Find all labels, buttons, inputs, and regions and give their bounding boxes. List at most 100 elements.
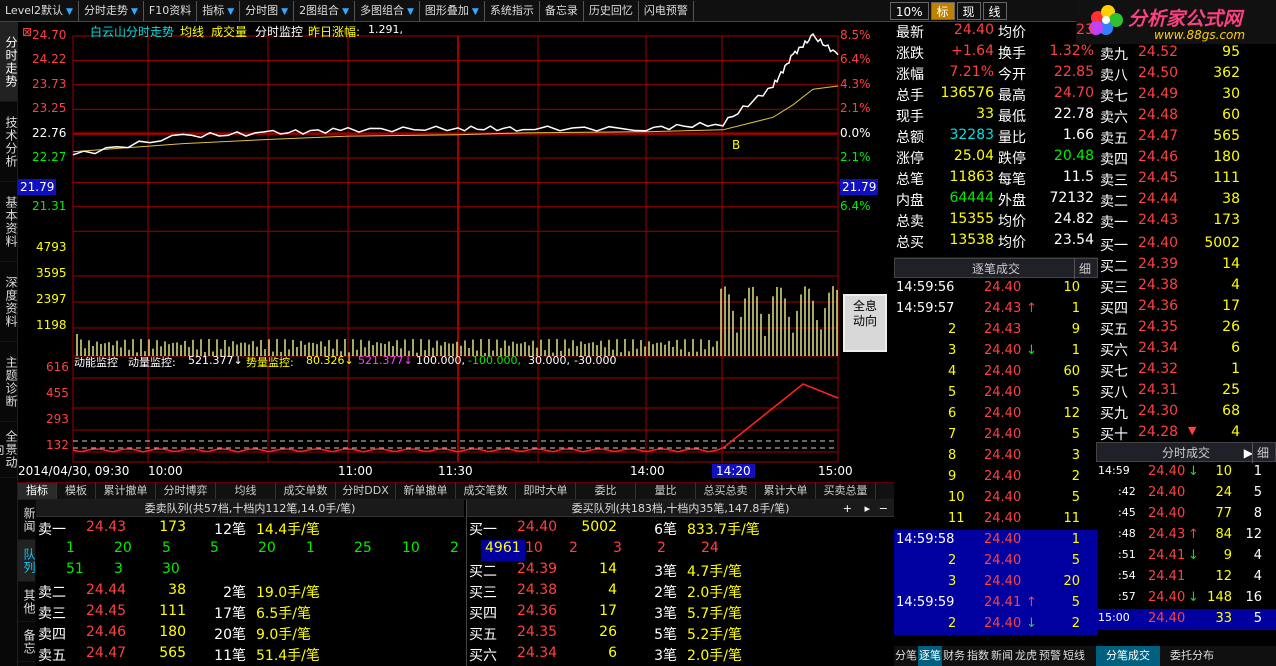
tick-row[interactable]: 5 24.40 5 [894, 383, 1098, 404]
indicator-tab[interactable]: 分时博弈 [156, 483, 216, 499]
indicator-tab[interactable]: 累计撤单 [96, 483, 156, 499]
indicator-tab[interactable]: 累计大单 [756, 483, 816, 499]
tick-row[interactable]: 6 24.40 12 [894, 404, 1098, 425]
tab-depth[interactable]: 深度资料 [0, 262, 18, 342]
tick-row[interactable]: 14:59:57 24.43 ↑ 1 [894, 299, 1098, 320]
footer-tab[interactable]: 预警 [1038, 646, 1062, 666]
indicator-tab[interactable]: 均线 [216, 483, 276, 499]
toolbar-timeshare[interactable]: 分时走势 ▼ [79, 0, 144, 21]
indicator-tab[interactable]: 成交笔数 [456, 483, 516, 499]
footer-tab[interactable]: 短线 [1062, 646, 1086, 666]
indicator-tab[interactable]: 量比 [636, 483, 696, 499]
toolbar-f10[interactable]: F10资料 [144, 0, 198, 21]
minute-row[interactable]: :54 24.41 12 4 [1096, 567, 1276, 588]
indicator-tab[interactable]: 即时大单 [516, 483, 576, 499]
minute-row[interactable]: 14:59 24.40 ↓ 10 1 [1096, 462, 1276, 483]
tick-row[interactable]: 2 24.40 ↓ 2 [894, 614, 1098, 635]
indicator-tab[interactable]: 指标 [18, 483, 57, 499]
indicator-tab[interactable]: 委比 [576, 483, 636, 499]
tab-diagnosis[interactable]: 主题诊断 [0, 342, 18, 422]
footer-tab[interactable]: 分笔成交 [1096, 646, 1160, 666]
toolbar-multichart[interactable]: 多图组合 ▼ [355, 0, 420, 21]
footer-tab[interactable]: 龙虎 [1014, 646, 1038, 666]
toolbar-system[interactable]: 系统指示 [485, 0, 540, 21]
minute-row[interactable]: 15:00 24.40 33 5 [1096, 609, 1276, 630]
sell-queue-avg: 14.4手/笔 [256, 522, 320, 538]
tab-basic[interactable]: 基本资料 [0, 182, 18, 262]
tick-row[interactable]: 7 24.40 5 [894, 425, 1098, 446]
collapse-icon[interactable]: ▸ [864, 500, 870, 517]
toolbar-level2[interactable]: Level2默认 ▼ [0, 0, 79, 21]
toolbar-chart[interactable]: 分时图 ▼ [240, 0, 295, 21]
pct-tick: 6.4% [840, 52, 871, 67]
subtab-memo[interactable]: 备忘 [18, 622, 36, 662]
toolbar-indicator[interactable]: 指标 ▼ [197, 0, 241, 21]
tick-row[interactable]: 14:59:56 24.40 10 [894, 278, 1098, 299]
minimize-icon[interactable]: − [879, 500, 888, 517]
toolbar-mark[interactable]: 标 [930, 1, 955, 20]
tab-panorama[interactable]: 全景动向 [0, 422, 18, 478]
footer-tab[interactable]: 财务 [942, 646, 966, 666]
quote-value: 22.78 [1053, 106, 1094, 122]
minute-trades-header[interactable]: 分时成交 ▶ 细 [1096, 442, 1276, 463]
subtab-queue[interactable]: 队列 [18, 540, 36, 582]
tick-row[interactable]: 4 24.40 60 [894, 362, 1098, 383]
subtab-other[interactable]: 其他 [18, 582, 36, 622]
tick-row[interactable]: 3 24.40 20 [894, 572, 1098, 593]
add-icon[interactable]: + [843, 500, 852, 517]
indicator-tab[interactable]: 分时DDX [336, 483, 396, 499]
intraday-chart[interactable] [18, 22, 894, 482]
toolbar-line[interactable]: 线 [982, 1, 1007, 20]
minute-row[interactable]: :48 24.43 ↑ 84 12 [1096, 525, 1276, 546]
tick-detail-button[interactable]: 细 [1073, 259, 1095, 279]
minute-price: 24.40 [1148, 506, 1186, 521]
tick-row[interactable]: 2 24.43 9 [894, 320, 1098, 341]
indicator-tab[interactable]: 总买总卖 [696, 483, 756, 499]
footer-tab[interactable]: 指数 [966, 646, 990, 666]
toolbar-alert[interactable]: 闪电预警 [639, 0, 694, 21]
minute-count: 4 [1253, 569, 1262, 584]
tick-row[interactable]: 2 24.40 5 [894, 551, 1098, 572]
book-volume: 362 [1213, 65, 1240, 81]
panorama-popup[interactable]: 全息动向 [843, 294, 887, 352]
tick-row[interactable]: 11 24.40 11 [894, 509, 1098, 530]
toolbar-now[interactable]: 现 [956, 1, 981, 20]
close-icon[interactable]: ⊠ [22, 25, 32, 39]
quote-value: 64444 [949, 190, 994, 206]
tick-header[interactable]: 逐笔成交细 [894, 258, 1098, 279]
tick-row[interactable]: 9 24.40 2 [894, 467, 1098, 488]
quote-value: 33 [976, 106, 994, 122]
tick-price: 24.40 [984, 490, 1022, 505]
minute-row[interactable]: :57 24.40 ↓ 148 16 [1096, 588, 1276, 609]
footer-tab[interactable]: 分笔 [894, 646, 918, 666]
tick-price: 24.40 [984, 427, 1022, 442]
toolbar-memo[interactable]: 备忘录 [540, 0, 584, 21]
book-price: 24.38 [1138, 277, 1179, 293]
indicator-tab[interactable]: 成交单数 [276, 483, 336, 499]
minute-row[interactable]: :42 24.40 24 5 [1096, 483, 1276, 504]
tab-technical[interactable]: 技术分析 [0, 102, 18, 182]
book-price: 24.30 [1138, 403, 1179, 419]
footer-tab[interactable]: 委托分布 [1160, 646, 1224, 666]
toolbar-2chart[interactable]: 2图组合 ▼ [294, 0, 355, 21]
tick-row[interactable]: 10 24.40 5 [894, 488, 1098, 509]
chart-area[interactable]: ⊠ 白云山分时走势 均线 成交量 分时监控 昨日涨幅: 1.291, 24.70… [18, 22, 894, 482]
toolbar-overlay[interactable]: 图形叠加 ▼ [420, 0, 485, 21]
subtab-news[interactable]: 新闻 [18, 500, 36, 540]
toolbar-history[interactable]: 历史回忆 [584, 0, 639, 21]
minute-row[interactable]: :51 24.41 ↓ 9 4 [1096, 546, 1276, 567]
tick-row[interactable]: 8 24.40 3 [894, 446, 1098, 467]
footer-tab[interactable]: 新闻 [990, 646, 1014, 666]
tick-row[interactable]: 14:59:58 24.40 1 [894, 530, 1098, 551]
tick-row[interactable]: 3 24.40 ↓ 1 [894, 341, 1098, 362]
minute-row[interactable]: :45 24.40 77 8 [1096, 504, 1276, 525]
indicator-tab[interactable]: 模板 [57, 483, 96, 499]
indicator-tab[interactable]: 买卖总量 [816, 483, 876, 499]
left-tab-bar: 分时走势 技术分析 基本资料 深度资料 主题诊断 全景动向 [0, 22, 18, 666]
tick-row[interactable]: 14:59:59 24.41 ↑ 5 [894, 593, 1098, 614]
toolbar-pct[interactable]: 10% [889, 1, 929, 20]
footer-tab[interactable]: 逐笔 [918, 646, 942, 666]
minute-detail-button[interactable]: 细 [1251, 443, 1273, 463]
indicator-tab[interactable]: 新单撤单 [396, 483, 456, 499]
tab-timeshare[interactable]: 分时走势 [0, 22, 18, 102]
